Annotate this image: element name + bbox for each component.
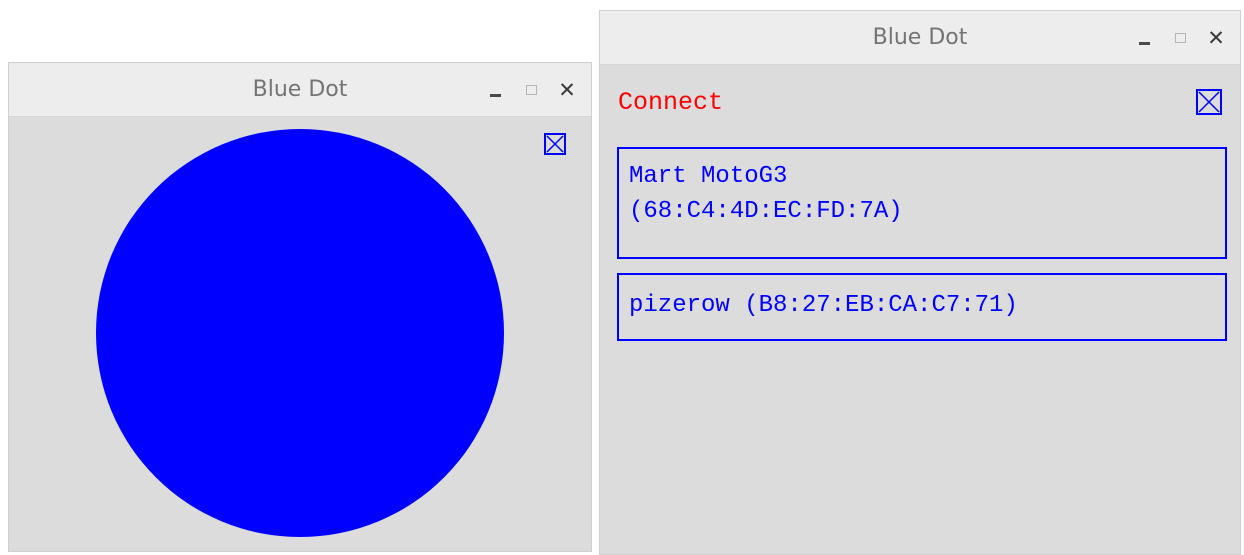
device-item-mart-motog3[interactable]: Mart MotoG3 (68:C4:4D:EC:FD:7A) [617,147,1227,259]
device-label: pizerow (B8:27:EB:CA:C7:71) [629,292,1018,319]
minimize-icon [489,93,501,97]
maximize-button[interactable] [513,63,549,117]
close-button[interactable]: ✕ [1198,11,1234,65]
device-name: Mart MotoG3 [629,163,788,190]
window-controls: ✕ [1126,11,1234,65]
window-controls: ✕ [477,63,585,117]
device-item-pizerow[interactable]: pizerow (B8:27:EB:CA:C7:71) [617,273,1227,341]
fullscreen-toggle-button[interactable] [1196,89,1222,115]
maximize-icon [1174,33,1186,43]
blue-dot-window: Blue Dot ✕ [8,62,592,552]
minimize-button[interactable] [1126,11,1162,65]
maximize-icon [525,85,537,95]
dot-canvas [9,117,591,551]
titlebar[interactable]: Blue Dot ✕ [9,63,591,117]
connect-heading: Connect [618,88,724,117]
connect-window: Blue Dot ✕ Connect Mart MotoG3 (68:C4:4D… [599,10,1241,555]
minimize-button[interactable] [477,63,513,117]
close-icon: ✕ [558,78,576,102]
minimize-icon [1138,41,1150,45]
fullscreen-toggle-button[interactable] [544,133,566,155]
titlebar[interactable]: Blue Dot ✕ [600,11,1240,65]
maximize-button[interactable] [1162,11,1198,65]
close-icon: ✕ [1207,26,1225,50]
device-address: (68:C4:4D:EC:FD:7A) [629,198,903,225]
blue-dot-button[interactable] [96,129,504,537]
fullscreen-toggle-icon [1198,91,1220,113]
close-button[interactable]: ✕ [549,63,585,117]
fullscreen-toggle-icon [546,135,564,153]
